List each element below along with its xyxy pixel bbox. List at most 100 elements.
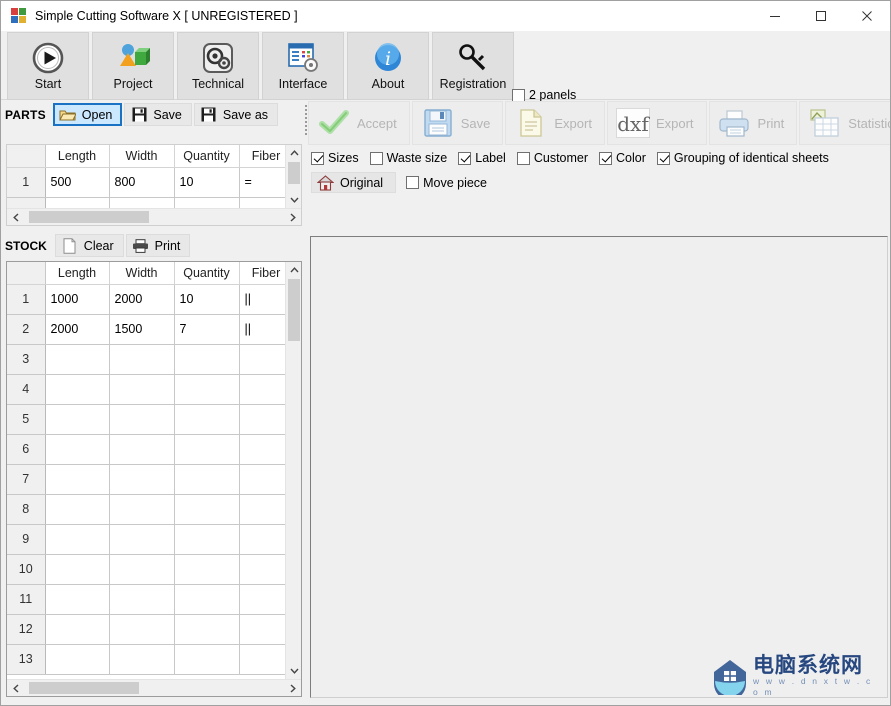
stock-cell-width[interactable] [109, 344, 175, 375]
stock-row-index[interactable]: 12 [7, 614, 46, 645]
parts-cell-quantity[interactable]: 10 [174, 167, 240, 198]
minimize-button[interactable] [752, 1, 798, 31]
stock-row-index[interactable]: 8 [7, 494, 46, 525]
stock-cell-quantity[interactable] [174, 644, 240, 675]
stock-cell-quantity[interactable] [174, 494, 240, 525]
print-result-button[interactable]: Print [708, 101, 798, 145]
stock-row-index[interactable]: 3 [7, 344, 46, 375]
parts-vertical-scrollbar[interactable] [285, 145, 301, 208]
table-row[interactable] [7, 197, 285, 208]
chevron-down-icon[interactable] [286, 663, 302, 679]
stock-cell-quantity[interactable] [174, 374, 240, 405]
stock-cell-fiber[interactable] [239, 404, 285, 435]
stock-cell-quantity[interactable] [174, 464, 240, 495]
stock-row-index[interactable]: 13 [7, 644, 46, 675]
option-waste-size[interactable]: Waste size [369, 151, 447, 165]
parts-scroll-thumb[interactable] [288, 162, 300, 184]
table-row[interactable]: 2 2000 1500 7 || [7, 314, 285, 345]
stock-cell-quantity[interactable]: 7 [174, 314, 240, 345]
table-row[interactable]: 7 [7, 464, 285, 495]
stock-cell-quantity[interactable] [174, 584, 240, 615]
stock-row-index[interactable]: 1 [7, 284, 46, 315]
parts-save-button[interactable]: Save [124, 103, 192, 126]
option-move-piece[interactable]: Move piece [406, 176, 487, 190]
stock-cell-fiber[interactable]: || [239, 314, 285, 345]
stock-cell-quantity[interactable] [174, 404, 240, 435]
stock-cell-fiber[interactable] [239, 344, 285, 375]
stock-cell-fiber[interactable] [239, 554, 285, 585]
layout-preview-canvas[interactable] [310, 236, 888, 698]
stock-cell-length[interactable]: 2000 [45, 314, 110, 345]
project-button[interactable]: Project [92, 32, 174, 100]
option-label-box[interactable] [458, 151, 472, 165]
accept-button[interactable]: Accept [308, 101, 410, 145]
stock-col-quantity[interactable]: Quantity [174, 262, 240, 285]
parts-save-as-button[interactable]: Save as [193, 103, 279, 126]
parts-cell-fiber[interactable]: = [239, 167, 285, 198]
chevron-left-icon[interactable] [7, 680, 24, 696]
parts-cell-quantity[interactable] [174, 197, 240, 208]
stock-cell-width[interactable] [109, 404, 175, 435]
option-sizes-box[interactable] [311, 151, 324, 165]
parts-col-length[interactable]: Length [45, 145, 110, 168]
chevron-left-icon[interactable] [7, 209, 24, 225]
interface-button[interactable]: Interface [262, 32, 344, 100]
stock-cell-length[interactable] [45, 524, 110, 555]
stock-cell-width[interactable] [109, 434, 175, 465]
parts-grid[interactable]: Length Width Quantity Fiber 1 500 800 10… [6, 144, 302, 226]
stock-horizontal-scrollbar[interactable] [7, 679, 301, 696]
stock-print-button[interactable]: Print [125, 234, 191, 257]
stock-cell-width[interactable] [109, 584, 175, 615]
about-button[interactable]: i About [347, 32, 429, 100]
table-row[interactable]: 10 [7, 554, 285, 585]
stock-cell-width[interactable] [109, 464, 175, 495]
stock-cell-length[interactable] [45, 494, 110, 525]
parts-col-width[interactable]: Width [109, 145, 175, 168]
stock-cell-width[interactable]: 2000 [109, 284, 175, 315]
chevron-up-icon[interactable] [286, 145, 302, 161]
stock-cell-length[interactable] [45, 374, 110, 405]
stock-cell-length[interactable] [45, 554, 110, 585]
stock-cell-quantity[interactable]: 10 [174, 284, 240, 315]
table-row[interactable]: 13 [7, 644, 285, 675]
stock-col-length[interactable]: Length [45, 262, 110, 285]
statistics-button[interactable]: Statistics [799, 101, 890, 145]
stock-vertical-scrollbar[interactable] [285, 262, 301, 679]
technical-button[interactable]: Technical [177, 32, 259, 100]
start-button[interactable]: Start [7, 32, 89, 100]
option-grouping-box[interactable] [656, 151, 670, 165]
stock-row-index[interactable]: 4 [7, 374, 46, 405]
stock-cell-length[interactable] [45, 434, 110, 465]
table-row[interactable]: 11 [7, 584, 285, 615]
option-customer[interactable]: Customer [516, 151, 588, 165]
table-row[interactable]: 9 [7, 524, 285, 555]
stock-cell-fiber[interactable] [239, 644, 285, 675]
parts-open-button[interactable]: Open [52, 103, 123, 126]
parts-cell-length[interactable] [45, 197, 110, 208]
stock-cell-fiber[interactable] [239, 524, 285, 555]
stock-cell-length[interactable] [45, 644, 110, 675]
stock-row-index[interactable]: 10 [7, 554, 46, 585]
stock-cell-fiber[interactable] [239, 494, 285, 525]
chevron-right-icon[interactable] [284, 680, 301, 696]
table-row[interactable]: 3 [7, 344, 285, 375]
stock-cell-width[interactable] [109, 374, 175, 405]
panel-splitter[interactable] [303, 101, 309, 701]
stock-cell-width[interactable]: 1500 [109, 314, 175, 345]
parts-cell-width[interactable]: 800 [109, 167, 175, 198]
save-result-button[interactable]: Save [411, 101, 504, 145]
parts-col-fiber[interactable]: Fiber [239, 145, 285, 168]
parts-cell-length[interactable]: 500 [45, 167, 110, 198]
table-row[interactable]: 8 [7, 494, 285, 525]
stock-row-index[interactable]: 5 [7, 404, 46, 435]
stock-cell-length[interactable] [45, 614, 110, 645]
stock-cell-width[interactable] [109, 494, 175, 525]
chevron-up-icon[interactable] [286, 262, 302, 278]
option-sizes[interactable]: Sizes [311, 151, 359, 165]
option-move-piece-box[interactable] [406, 176, 420, 189]
stock-cell-quantity[interactable] [174, 524, 240, 555]
stock-col-index[interactable] [7, 262, 46, 285]
stock-clear-button[interactable]: Clear [54, 234, 124, 257]
stock-cell-length[interactable] [45, 464, 110, 495]
parts-col-index[interactable] [7, 145, 46, 168]
